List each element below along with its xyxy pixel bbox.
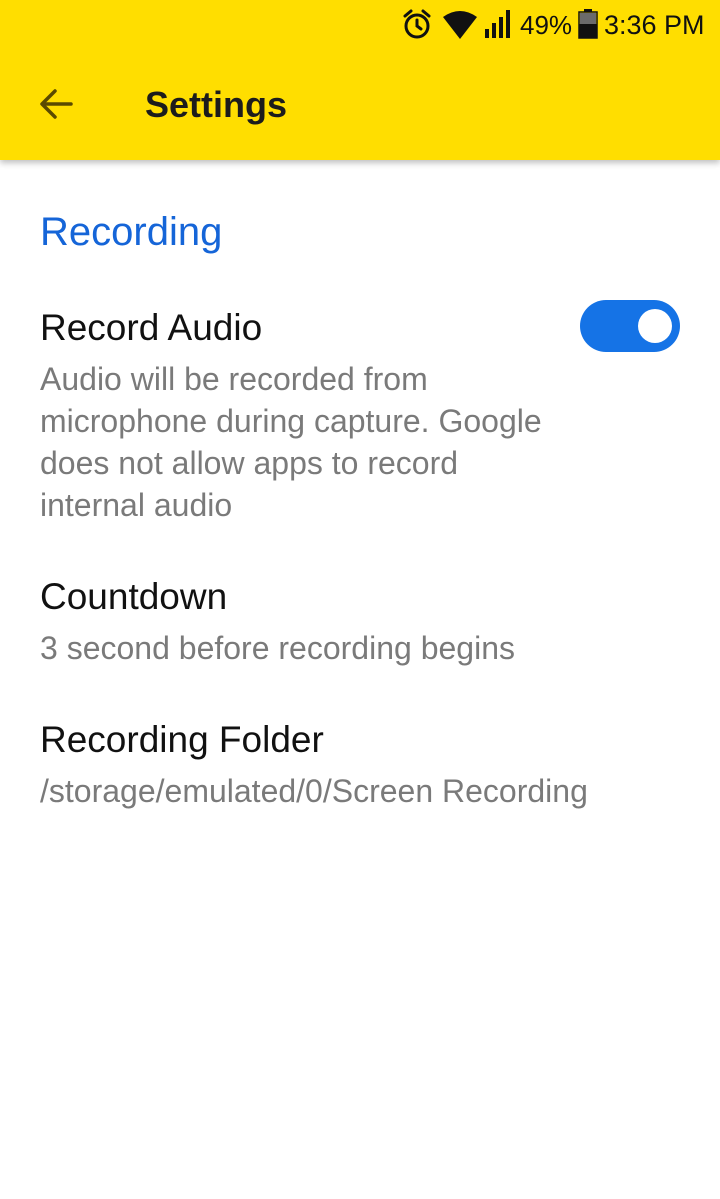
page-title: Settings [145, 84, 288, 125]
wifi-icon [443, 10, 477, 45]
app-bar: 49% 3:36 PM Settings [0, 0, 720, 160]
cell-signal-icon [484, 9, 514, 44]
recording-folder-preference[interactable]: Recording Folder /storage/emulated/0/Scr… [40, 718, 680, 812]
arrow-back-icon [39, 87, 73, 126]
switch-thumb [638, 309, 672, 343]
record-audio-switch[interactable] [580, 300, 680, 352]
countdown-summary: 3 second before recording begins [40, 630, 515, 666]
countdown-title: Countdown [40, 576, 228, 617]
alarm-icon [402, 9, 432, 46]
back-button[interactable] [30, 80, 82, 132]
category-recording-title: Recording [40, 210, 223, 254]
recording-folder-title: Recording Folder [40, 719, 324, 760]
status-bar: 49% 3:36 PM [0, 0, 720, 50]
record-audio-summary: Audio will be recorded from microphone d… [40, 361, 542, 523]
battery-percent: 49% [520, 10, 573, 40]
battery-icon [578, 9, 598, 44]
clock-time: 3:36 PM [604, 10, 705, 40]
recording-folder-summary: /storage/emulated/0/Screen Recording [40, 773, 588, 809]
countdown-preference[interactable]: Countdown 3 second before recording begi… [40, 575, 680, 669]
